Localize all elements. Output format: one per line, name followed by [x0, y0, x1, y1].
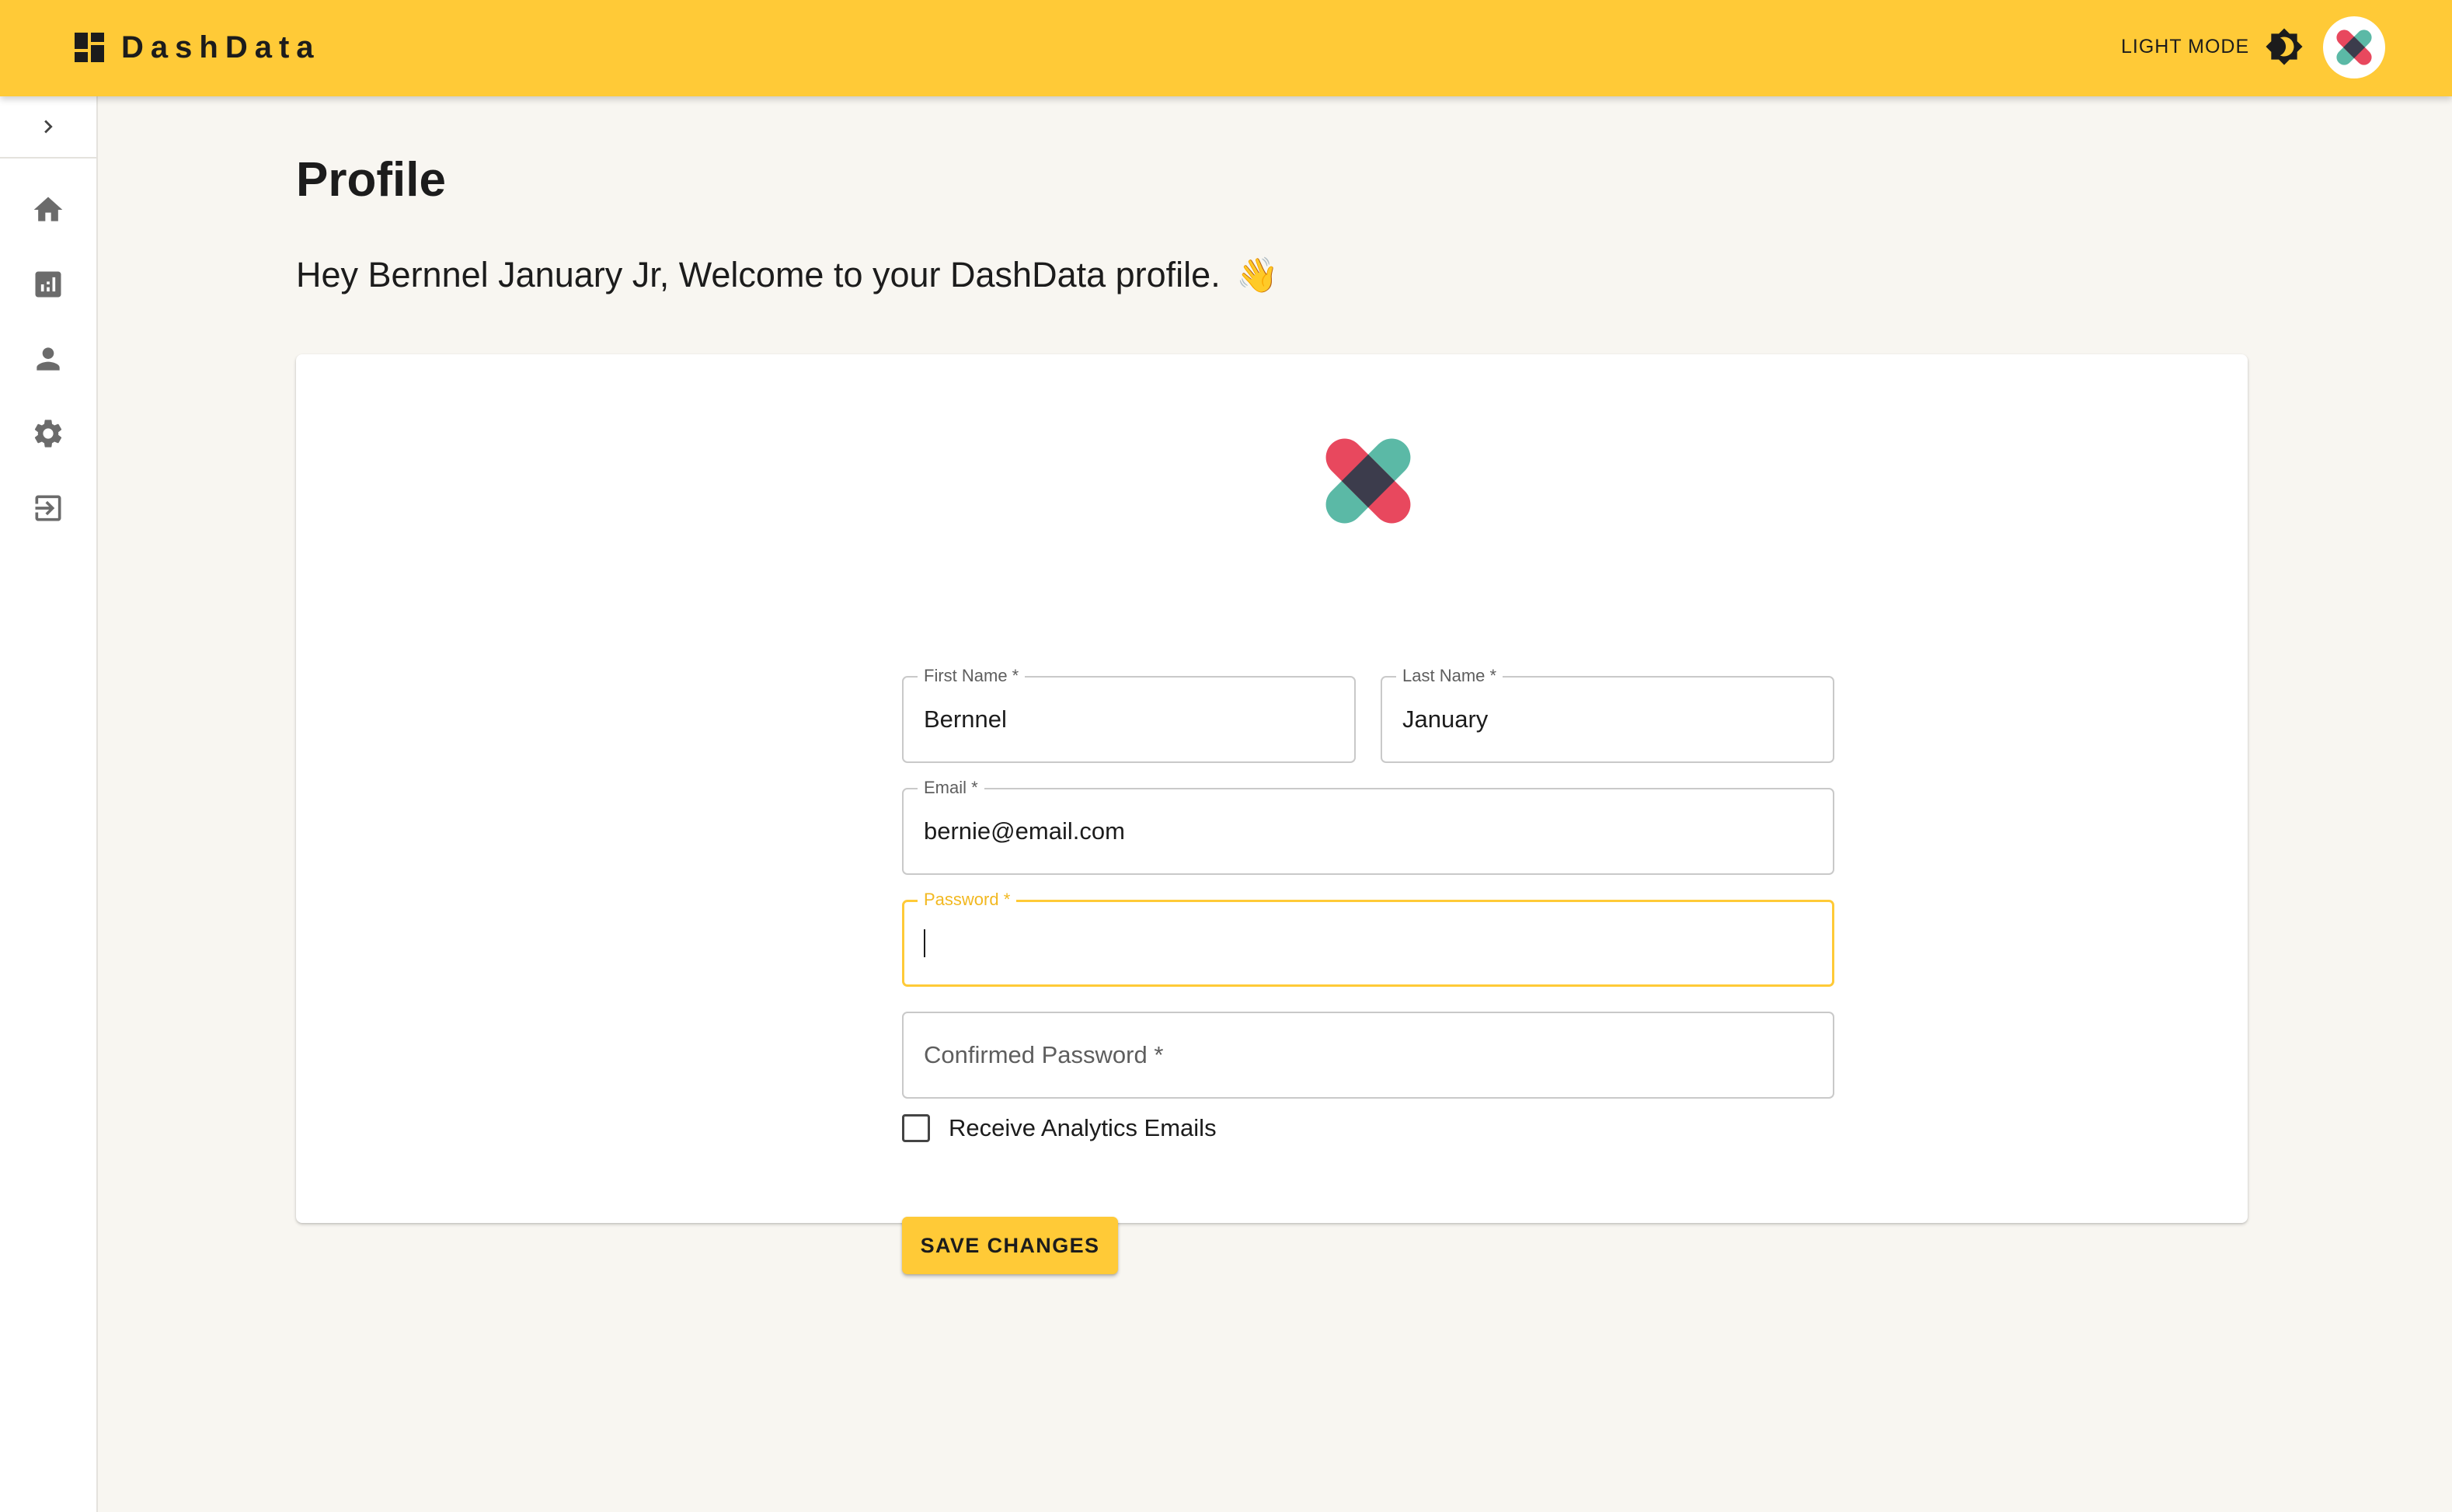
sidebar-item-settings[interactable]: [0, 396, 96, 471]
dashboard-icon: [75, 33, 104, 62]
sidebar-item-logout[interactable]: [0, 471, 96, 545]
avatar-logo-icon: [2336, 30, 2372, 65]
password-input[interactable]: [924, 900, 925, 987]
password-field[interactable]: Password *: [902, 890, 1834, 987]
first-name-value[interactable]: Bernnel: [924, 676, 1007, 763]
theme-mode-toggle[interactable]: LIGHT MODE: [2121, 25, 2304, 68]
sidebar-nav: [0, 159, 96, 545]
welcome-text: Hey Bernnel January Jr, Welcome to your …: [296, 255, 1221, 294]
email-value[interactable]: bernie@email.com: [924, 788, 1125, 875]
sidebar-toggle-button[interactable]: [0, 96, 96, 159]
sidebar-item-analytics[interactable]: [0, 247, 96, 322]
page-title: Profile: [296, 153, 446, 207]
home-icon: [33, 197, 63, 221]
logout-icon: [35, 495, 61, 521]
last-name-value[interactable]: January: [1402, 676, 1488, 763]
first-name-field[interactable]: First Name * Bernnel: [902, 666, 1356, 763]
sidebar: [0, 96, 98, 1512]
gear-icon: [34, 420, 62, 448]
waving-hand-emoji: 👋: [1236, 256, 1280, 294]
analytics-emails-label: Receive Analytics Emails: [949, 1114, 1217, 1141]
user-avatar[interactable]: [2323, 16, 2385, 78]
sidebar-item-profile[interactable]: [0, 322, 96, 396]
app-bar: DashData LIGHT MODE: [0, 0, 2452, 96]
welcome-message: Hey Bernnel January Jr, Welcome to your …: [296, 255, 1279, 295]
brand[interactable]: DashData: [75, 30, 321, 65]
person-icon: [37, 347, 60, 371]
confirm-password-field[interactable]: Confirmed Password *: [902, 1012, 1834, 1099]
chevron-right-icon: [44, 120, 53, 134]
confirm-password-placeholder[interactable]: Confirmed Password *: [924, 1012, 1163, 1099]
theme-mode-label: LIGHT MODE: [2121, 35, 2250, 57]
bar-chart-icon: [35, 271, 61, 298]
email-field[interactable]: Email * bernie@email.com: [902, 778, 1834, 875]
save-changes-button[interactable]: SAVE CHANGES: [902, 1217, 1118, 1274]
app-logo-icon: [1325, 438, 1411, 524]
brightness-icon: [2266, 28, 2303, 65]
last-name-field[interactable]: Last Name * January: [1381, 666, 1834, 763]
analytics-emails-option[interactable]: Receive Analytics Emails: [902, 1114, 1217, 1142]
main-content: Profile Hey Bernnel January Jr, Welcome …: [98, 96, 2452, 1512]
text-caret: [924, 929, 925, 957]
brand-name: DashData: [121, 30, 321, 64]
sidebar-item-home[interactable]: [0, 172, 96, 247]
analytics-emails-checkbox[interactable]: [902, 1114, 930, 1142]
password-label: Password *: [918, 890, 1017, 910]
profile-card: First Name * Bernnel Last Name * January…: [296, 354, 2248, 1274]
